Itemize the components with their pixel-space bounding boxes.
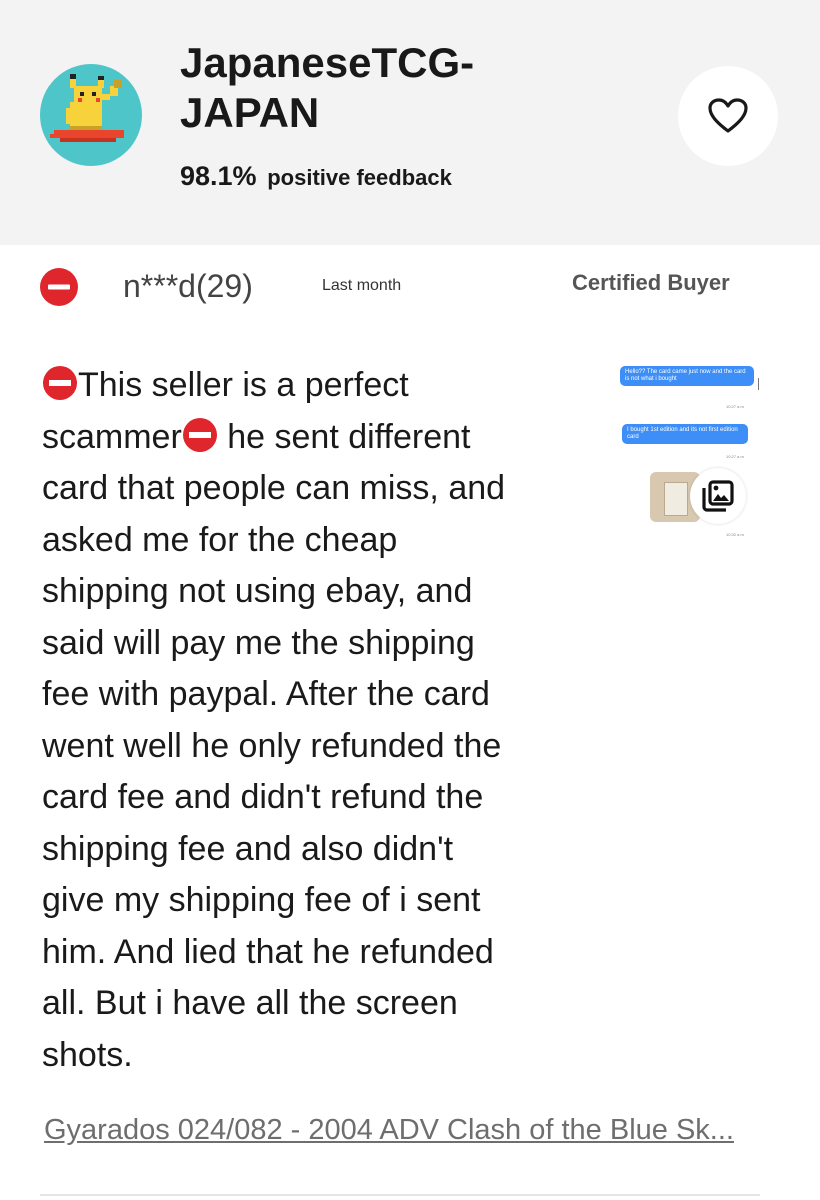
review-line: him. And lied that he refunded xyxy=(42,932,494,971)
purchased-item-link[interactable]: Gyarados 024/082 - 2004 ADV Clash of the… xyxy=(44,1108,774,1152)
review-line: asked me for the cheap xyxy=(42,520,398,559)
feedback-label: positive feedback xyxy=(267,165,452,190)
reviewer-name: n***d(29) xyxy=(123,268,253,304)
review-line: card fee and didn't refund the xyxy=(42,778,484,816)
review-line: shots. xyxy=(42,1035,133,1074)
heart-icon xyxy=(708,98,748,133)
no-entry-emoji-icon xyxy=(43,366,77,400)
review-line: said will pay me the shipping xyxy=(42,623,475,662)
no-entry-emoji-icon xyxy=(182,417,217,452)
negative-feedback-icon xyxy=(40,268,78,306)
feedback-percent: 98.1% xyxy=(180,161,257,191)
chat-time: 10:27 a.m xyxy=(726,454,744,459)
chat-time: 10:27 a.m xyxy=(726,404,744,409)
review-line: give my shipping fee of i sent xyxy=(42,881,481,919)
review-line: all. But i have all the screen xyxy=(42,984,458,1022)
review-line: shipping fee and also didn't xyxy=(42,829,454,868)
view-photos-button[interactable] xyxy=(690,468,746,524)
review-text: This seller is a perfect scammer he sent… xyxy=(42,360,562,1081)
review-photo-thumbnail[interactable]: Hello?? The card came just now and the c… xyxy=(592,342,768,548)
review-time: Last month xyxy=(322,277,402,294)
divider xyxy=(40,1194,760,1196)
chat-bubble: I bought 1st edition and its not first e… xyxy=(622,424,748,444)
review-line: scammer he sent different xyxy=(42,417,471,456)
save-seller-button[interactable] xyxy=(678,66,778,166)
certified-buyer-badge: Certified Buyer xyxy=(572,270,730,295)
feedback-score: 98.1% positive feedback xyxy=(180,158,452,196)
chat-time: 10:32 a.m xyxy=(726,532,744,537)
seller-avatar[interactable] xyxy=(40,64,142,166)
review-line: went well he only refunded the xyxy=(42,726,502,765)
seller-name-line2: JAPAN xyxy=(180,89,320,136)
review-meta: n***d(29) Last month Certified Buyer xyxy=(0,260,820,310)
seller-name-line1: JapaneseTCG- xyxy=(180,39,475,86)
seller-header: JapaneseTCG- JAPAN 98.1% positive feedba… xyxy=(0,0,820,245)
pikachu-avatar-icon xyxy=(50,74,124,142)
review-line: shipping not using ebay, and xyxy=(42,572,473,610)
image-gallery-icon xyxy=(702,480,734,512)
review-line: card that people can miss, and xyxy=(42,469,506,507)
cursor-mark xyxy=(758,378,759,390)
seller-name[interactable]: JapaneseTCG- JAPAN xyxy=(180,38,600,138)
chat-bubble: Hello?? The card came just now and the c… xyxy=(620,366,754,386)
review-line: fee with paypal. After the card xyxy=(42,675,490,713)
review-line: This seller is a perfect xyxy=(42,360,562,412)
